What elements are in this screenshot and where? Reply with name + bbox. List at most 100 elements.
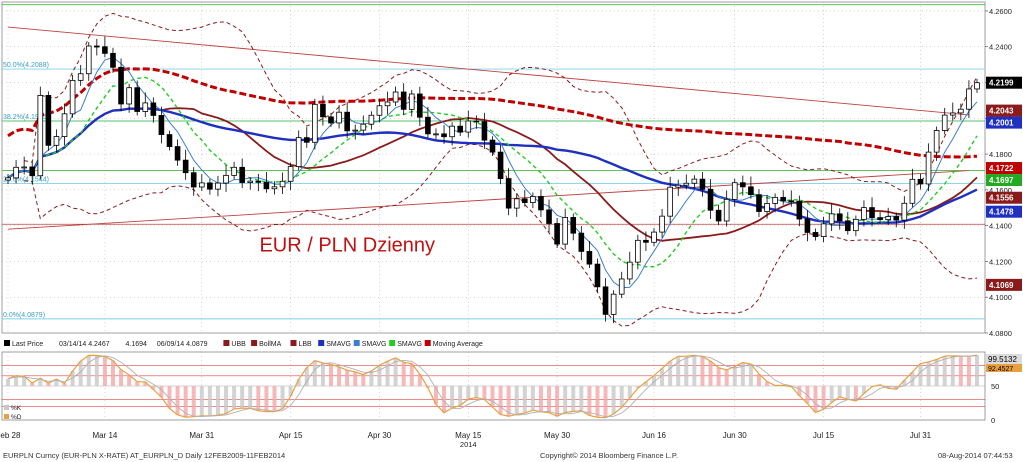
osc-hist-bar [975, 355, 979, 386]
price-label: 4.2001 [989, 119, 1014, 128]
candle-body [974, 82, 980, 90]
candle-body [699, 178, 706, 190]
candle-body [675, 184, 682, 188]
osc-hist-bar [199, 386, 204, 416]
osc-hist-bar [829, 386, 834, 403]
y-tick-label: 4.2600 [989, 7, 1012, 16]
osc-hist-bar [571, 386, 576, 412]
osc-hist-bar [966, 356, 971, 386]
osc-hist-bar [950, 355, 955, 386]
osc-hist-bar [224, 386, 229, 414]
candle-body [941, 114, 948, 131]
candle-body [142, 102, 149, 112]
osc-hist-bar [458, 386, 463, 406]
candle-body [626, 261, 633, 280]
legend-label: Last Price [12, 341, 43, 348]
candle-body [166, 134, 173, 147]
legend-label: LBB [299, 341, 313, 348]
candle-body [368, 114, 375, 125]
osc-hist-bar [813, 386, 818, 413]
candle-body [844, 220, 851, 232]
candle-body [174, 146, 181, 161]
osc-hist-bar [312, 360, 317, 386]
candle-body [102, 46, 108, 54]
osc-hist-bar [361, 374, 366, 386]
candle-body [457, 125, 464, 133]
candle-body [748, 186, 754, 196]
osc-hist-bar [329, 364, 333, 386]
candle-body [198, 182, 205, 188]
osc-hist-bar [579, 386, 584, 411]
osc-hist-bar [232, 386, 237, 409]
candle-body [853, 218, 859, 232]
price-label: 4.1478 [989, 208, 1014, 217]
candle-body [618, 278, 625, 295]
y-tick-label: 4.0800 [989, 329, 1012, 338]
osc-hist-bar [732, 366, 737, 386]
main-panel-frame [1, 1, 986, 334]
osc-hist-bar [94, 355, 99, 386]
trend-line-upper [7, 26, 969, 116]
candle-body [949, 112, 956, 116]
osc-y-tick-label: 50 [991, 382, 999, 391]
candle-body [578, 232, 585, 252]
candle-body [312, 103, 318, 143]
osc-hist-bar [684, 356, 689, 386]
x-tick-label: Jun 16 [642, 431, 667, 440]
candle-body [917, 178, 924, 185]
osc-hist-bar [547, 386, 552, 413]
candle-body [279, 180, 286, 188]
legend-swatch [4, 340, 10, 346]
candle-body [376, 105, 383, 116]
candle-body [796, 200, 803, 220]
osc-hist-bar [538, 386, 543, 412]
candle-body [45, 94, 52, 146]
candle-body [344, 111, 350, 132]
candle-body [425, 116, 431, 135]
candle-body [610, 293, 617, 315]
candle-body [877, 217, 883, 220]
candle-body [780, 196, 787, 202]
osc-hist-bar [821, 386, 826, 410]
candle-body [53, 136, 60, 146]
osc-hist-bar [587, 386, 592, 416]
candle-body [570, 217, 577, 234]
candle-body [449, 125, 455, 138]
candle-body [287, 166, 294, 182]
candle-body [150, 102, 157, 116]
candle-body [37, 94, 44, 177]
candle-body [562, 217, 568, 245]
x-tick-label: Mar 14 [92, 431, 117, 440]
osc-hist-bar [490, 386, 495, 408]
candle-body [384, 101, 391, 107]
candle-body [13, 166, 19, 179]
candle-body [239, 166, 245, 183]
osc-hist-bar [918, 363, 923, 386]
osc-hist-bar [716, 367, 721, 386]
osc-hist-bar [466, 386, 471, 400]
candle-body [820, 223, 827, 237]
osc-hist-bar [660, 368, 665, 386]
candle-body [602, 286, 609, 315]
candle-body [134, 87, 141, 112]
osc-hist-bar [369, 371, 374, 386]
candle-body [756, 194, 762, 212]
candle-body [94, 45, 100, 48]
candle-body [126, 87, 132, 105]
candle-body [29, 166, 36, 177]
candle-body [683, 182, 690, 186]
osc-hist-bar [837, 386, 842, 397]
x-tick-label: Apr 30 [368, 431, 392, 440]
candle-body [417, 93, 423, 118]
legend-label: SMAVG [362, 341, 387, 348]
price-label: 4.1556 [989, 194, 1014, 203]
candle-body [667, 186, 673, 217]
candle-body [336, 111, 342, 124]
osc-hist-bar [474, 386, 479, 398]
candle-body [182, 159, 189, 174]
eurpln-chart: 50.0%(4.2088)38.2%(4.1955)23.6%(4.1544)0… [0, 1, 1022, 449]
x-tick-label: May 15 [455, 431, 482, 440]
candle-body [320, 103, 326, 118]
fib-level-label: 50.0%(4.2088) [3, 62, 49, 69]
legend-swatch [353, 340, 360, 346]
